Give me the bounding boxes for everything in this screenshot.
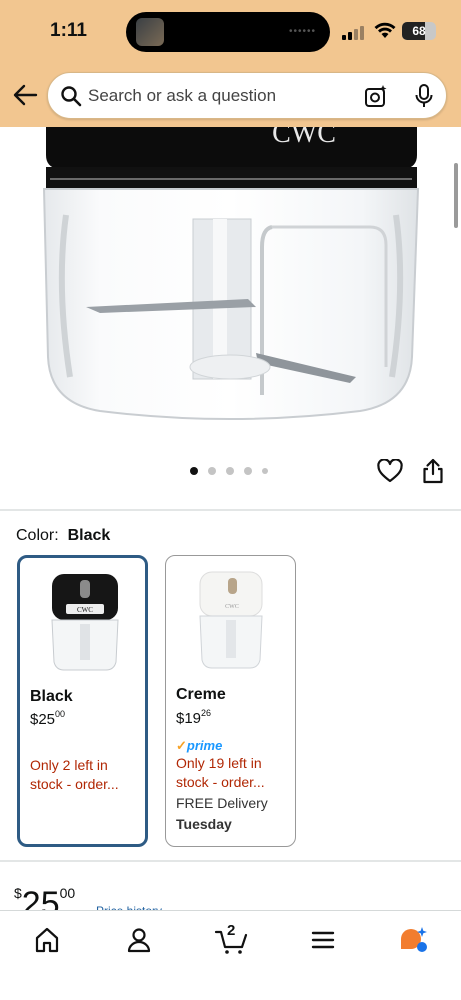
search-icon bbox=[61, 86, 82, 107]
swatch-name: Black bbox=[30, 688, 73, 705]
stock-warning: Only 2 left in stock - order... bbox=[30, 757, 119, 792]
swatch-creme[interactable]: CWC Creme $1926 ✓prime Only 19 left in s… bbox=[165, 555, 296, 847]
brand-logo: CWC bbox=[272, 127, 336, 149]
search-bar[interactable] bbox=[47, 72, 447, 119]
swatch-price: $2500 bbox=[30, 709, 66, 728]
account-icon[interactable] bbox=[124, 925, 154, 955]
wifi-icon bbox=[374, 22, 396, 38]
prime-check-icon: ✓ bbox=[176, 738, 187, 753]
rufus-icon[interactable] bbox=[398, 925, 428, 955]
product-image[interactable]: CWC bbox=[0, 127, 461, 467]
divider bbox=[0, 509, 461, 511]
swatch-price: $1926 bbox=[176, 708, 212, 727]
swatch-name: Creme bbox=[176, 686, 226, 703]
prime-badge: ✓prime bbox=[176, 738, 223, 753]
color-label: Color: bbox=[16, 527, 59, 544]
status-bar: 1:11 •••••• 68 bbox=[0, 0, 461, 62]
menu-icon[interactable] bbox=[308, 925, 338, 955]
status-time: 1:11 bbox=[50, 20, 87, 41]
swatch-black-image: CWC bbox=[51, 574, 119, 671]
heart-icon[interactable] bbox=[377, 459, 403, 483]
header: 1:11 •••••• 68 bbox=[0, 0, 461, 127]
carousel-dot[interactable] bbox=[208, 467, 216, 475]
swatch-creme-image: CWC bbox=[199, 571, 263, 669]
swatch-black-brand: CWC bbox=[77, 606, 93, 614]
home-icon[interactable] bbox=[32, 925, 62, 955]
island-dots: •••••• bbox=[288, 26, 316, 37]
carousel-dot[interactable] bbox=[190, 467, 198, 475]
back-arrow-icon[interactable] bbox=[12, 83, 38, 107]
cart-count: 2 bbox=[227, 922, 236, 939]
dynamic-island: •••••• bbox=[126, 12, 330, 52]
carousel-dot[interactable] bbox=[262, 468, 268, 474]
selected-color: Black bbox=[67, 527, 111, 544]
delivery-info: FREE Delivery Tuesday bbox=[176, 795, 268, 832]
share-icon[interactable] bbox=[422, 458, 444, 484]
microphone-icon[interactable] bbox=[414, 83, 434, 109]
scroll-indicator bbox=[454, 163, 458, 228]
chopper-image: CWC bbox=[42, 127, 420, 420]
camera-search-icon[interactable] bbox=[364, 84, 388, 108]
color-label-row: Color: Black bbox=[16, 527, 110, 545]
battery-icon: 68 bbox=[402, 22, 436, 40]
divider bbox=[0, 860, 461, 862]
battery-percent: 68 bbox=[412, 24, 426, 38]
signal-icon bbox=[342, 24, 368, 40]
swatch-creme-brand: CWC bbox=[225, 604, 239, 610]
search-input[interactable] bbox=[88, 81, 348, 111]
swatch-black[interactable]: CWC Black $2500 Only 2 left in stock - o… bbox=[17, 555, 148, 847]
carousel-dot[interactable] bbox=[226, 467, 234, 475]
cart-button[interactable]: 2 bbox=[214, 922, 250, 955]
stock-warning: Only 19 left in stock - order... bbox=[176, 755, 265, 790]
bottom-nav: 2 bbox=[0, 910, 461, 1000]
now-playing-thumbnail bbox=[136, 18, 164, 46]
carousel-dot[interactable] bbox=[244, 467, 252, 475]
